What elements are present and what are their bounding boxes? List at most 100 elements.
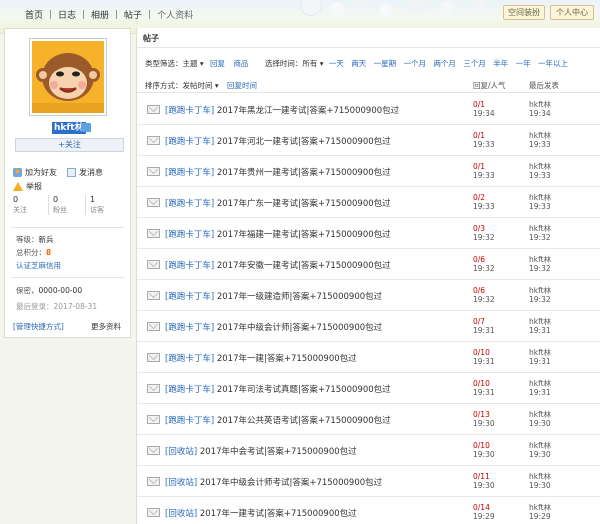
avatar[interactable] [29,38,107,116]
last-post-author[interactable]: hkft林 [529,131,551,140]
nav-home[interactable]: 首页 [18,8,50,21]
post-forum-tag[interactable]: [跑跑卡丁车] [165,385,214,395]
post-title[interactable]: 2017年一建考试|答案+715000900包过 [200,509,357,519]
post-title-link[interactable]: [回收站] 2017年中级会计师考试|答案+715000900包过 [165,476,382,488]
last-post-author[interactable]: hkft林 [529,100,551,109]
chevron-down-icon[interactable]: ▾ [213,81,222,90]
space-decor-button[interactable]: 空间装扮 [503,5,545,20]
post-title[interactable]: 2017年中级会计师考试|答案+715000900包过 [200,478,382,488]
table-row[interactable]: [跑跑卡丁车] 2017年安徽一建考试|答案+715000900包过 0/6 19:… [137,249,600,280]
post-title-link[interactable]: [跑跑卡丁车] 2017年黑龙江一建考试|答案+715000900包过 [165,104,399,116]
stat-visitors[interactable]: 1 访客 [85,195,122,215]
nav-posts[interactable]: 帖子 [117,8,149,21]
post-forum-tag[interactable]: [跑跑卡丁车] [165,323,214,333]
filter-type-reply[interactable]: 回复 [210,59,225,68]
filter-type-goods[interactable]: 商品 [233,59,248,68]
post-title[interactable]: 2017年河北一建考试|答案+715000900包过 [217,137,391,147]
post-title[interactable]: 2017年一级建造师|答案+715000900包过 [217,292,382,302]
stat-fans[interactable]: 0 粉丝 [48,195,85,215]
filter-time-1week[interactable]: 一星期 [374,59,397,68]
filter-type-select[interactable]: 主题 [183,59,198,68]
personal-center-button[interactable]: 个人中心 [550,5,594,20]
filter-time-3months[interactable]: 三个月 [463,59,486,68]
follow-button[interactable]: +关注 [15,138,124,152]
post-title-link[interactable]: [回收站] 2017年中会考试|答案+715000900包过 [165,445,357,457]
last-post-author[interactable]: hkft林 [529,379,551,388]
post-title-link[interactable]: [回收站] 2017年一建考试|答案+715000900包过 [165,507,357,519]
post-forum-tag[interactable]: [跑跑卡丁车] [165,230,214,240]
table-row[interactable]: [跑跑卡丁车] 2017年河北一建考试|答案+715000900包过 0/1 19:… [137,125,600,156]
post-forum-tag[interactable]: [回收站] [165,447,197,457]
table-row[interactable]: [跑跑卡丁车] 2017年贵州一建考试|答案+715000900包过 0/1 19:… [137,156,600,187]
post-title[interactable]: 2017年司法考试真题|答案+715000900包过 [217,385,391,395]
post-forum-tag[interactable]: [回收站] [165,509,197,519]
sort-reply-time[interactable]: 回复时间 [227,81,257,90]
table-row[interactable]: [跑跑卡丁车] 2017年黑龙江一建考试|答案+715000900包过 0/1 19… [137,94,600,125]
post-title-link[interactable]: [跑跑卡丁车] 2017年广东一建考试|答案+715000900包过 [165,197,391,209]
post-forum-tag[interactable]: [回收站] [165,478,197,488]
last-post-author[interactable]: hkft林 [529,193,551,202]
post-title[interactable]: 2017年中会考试|答案+715000900包过 [200,447,357,457]
post-title-link[interactable]: [跑跑卡丁车] 2017年中级会计师|答案+715000900包过 [165,321,382,333]
filter-time-2months[interactable]: 两个月 [433,59,456,68]
stat-following[interactable]: 0 关注 [11,195,48,215]
post-forum-tag[interactable]: [跑跑卡丁车] [165,416,214,426]
last-post-author[interactable]: hkft林 [529,286,551,295]
last-post-author[interactable]: hkft林 [529,441,551,450]
post-title-link[interactable]: [跑跑卡丁车] 2017年贵州一建考试|答案+715000900包过 [165,166,391,178]
last-post-author[interactable]: hkft林 [529,162,551,171]
last-post-author[interactable]: hkft林 [529,224,551,233]
chevron-down-icon[interactable]: ▾ [198,59,207,68]
post-title[interactable]: 2017年贵州一建考试|答案+715000900包过 [217,168,391,178]
table-row[interactable]: [跑跑卡丁车] 2017年福建一建考试|答案+715000900包过 0/3 19:… [137,218,600,249]
more-info-link[interactable]: 更多资料 [91,321,121,332]
post-forum-tag[interactable]: [跑跑卡丁车] [165,261,214,271]
post-title-link[interactable]: [跑跑卡丁车] 2017年司法考试真题|答案+715000900包过 [165,383,391,395]
nav-blog[interactable]: 日志 [51,8,83,21]
post-forum-tag[interactable]: [跑跑卡丁车] [165,137,214,147]
table-row[interactable]: [跑跑卡丁车] 2017年公共英语考试|答案+715000900包过 0/13 19… [137,404,600,435]
filter-time-1year[interactable]: 一年 [516,59,531,68]
post-title-link[interactable]: [跑跑卡丁车] 2017年公共英语考试|答案+715000900包过 [165,414,391,426]
last-post-author[interactable]: hkft林 [529,503,551,512]
post-title-link[interactable]: [跑跑卡丁车] 2017年一级建造师|答案+715000900包过 [165,290,382,302]
filter-time-halfyear[interactable]: 半年 [493,59,508,68]
table-row[interactable]: [回收站] 2017年中级会计师考试|答案+715000900包过 0/11 19:… [137,466,600,497]
table-row[interactable]: [跑跑卡丁车] 2017年中级会计师|答案+715000900包过 0/7 19:3… [137,311,600,342]
nav-album[interactable]: 相册 [84,8,116,21]
table-row[interactable]: [回收站] 2017年一建考试|答案+715000900包过 0/14 19:29 h… [137,497,600,524]
post-title[interactable]: 2017年安徽一建考试|答案+715000900包过 [217,261,391,271]
sort-select[interactable]: 发帖时间 [183,81,213,90]
table-row[interactable]: [跑跑卡丁车] 2017年广东一建考试|答案+715000900包过 0/2 19:… [137,187,600,218]
post-forum-tag[interactable]: [跑跑卡丁车] [165,106,214,116]
manage-shortcuts-link[interactable]: [管理快捷方式] [13,321,64,332]
post-forum-tag[interactable]: [跑跑卡丁车] [165,354,214,364]
filter-time-over1year[interactable]: 一年以上 [538,59,568,68]
post-title[interactable]: 2017年公共英语考试|答案+715000900包过 [217,416,391,426]
filter-time-1day[interactable]: 一天 [329,59,344,68]
verify-link[interactable]: 认证芝麻信用 [16,260,61,271]
last-post-author[interactable]: hkft林 [529,317,551,326]
last-post-author[interactable]: hkft林 [529,255,551,264]
post-title-link[interactable]: [跑跑卡丁车] 2017年福建一建考试|答案+715000900包过 [165,228,391,240]
last-post-author[interactable]: hkft林 [529,410,551,419]
filter-time-select[interactable]: 所有 [302,59,317,68]
table-row[interactable]: [回收站] 2017年中会考试|答案+715000900包过 0/10 19:30 h… [137,435,600,466]
post-forum-tag[interactable]: [跑跑卡丁车] [165,168,214,178]
post-title-link[interactable]: [跑跑卡丁车] 2017年河北一建考试|答案+715000900包过 [165,135,391,147]
post-title[interactable]: 2017年中级会计师|答案+715000900包过 [217,323,382,333]
post-forum-tag[interactable]: [跑跑卡丁车] [165,199,214,209]
post-title-link[interactable]: [跑跑卡丁车] 2017年安徽一建考试|答案+715000900包过 [165,259,391,271]
table-row[interactable]: [跑跑卡丁车] 2017年司法考试真题|答案+715000900包过 0/10 19… [137,373,600,404]
post-title[interactable]: 2017年广东一建考试|答案+715000900包过 [217,199,391,209]
add-friend-link[interactable]: 加为好友 [13,167,57,178]
post-title-link[interactable]: [跑跑卡丁车] 2017年一建|答案+715000900包过 [165,352,357,364]
post-title[interactable]: 2017年福建一建考试|答案+715000900包过 [217,230,391,240]
last-post-author[interactable]: hkft林 [529,348,551,357]
last-post-author[interactable]: hkft林 [529,472,551,481]
filter-time-2days[interactable]: 两天 [351,59,366,68]
post-title[interactable]: 2017年一建|答案+715000900包过 [217,354,357,364]
report-link[interactable]: 举报 [13,181,42,192]
chevron-down-icon[interactable]: ▾ [317,59,326,68]
table-row[interactable]: [跑跑卡丁车] 2017年一建|答案+715000900包过 0/10 19:31 h… [137,342,600,373]
